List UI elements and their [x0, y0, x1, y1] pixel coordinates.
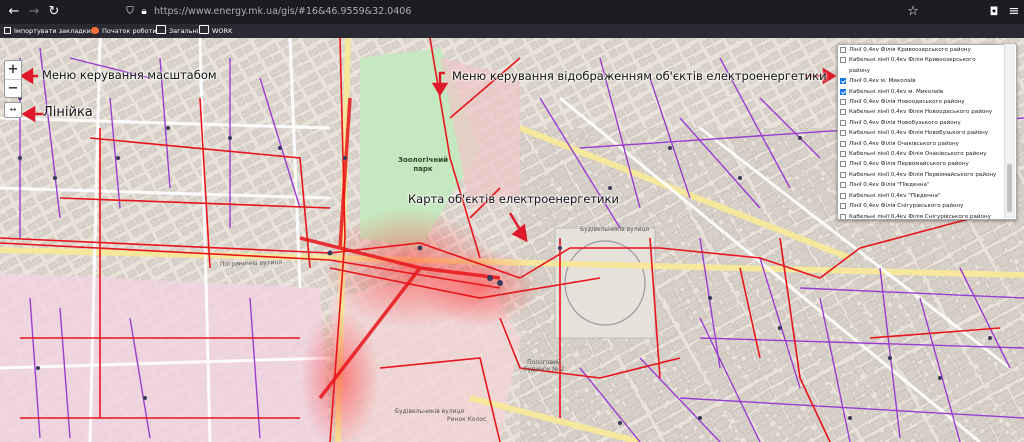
layer-checkbox[interactable] [840, 109, 846, 116]
layer-label: району [849, 67, 871, 74]
map-canvas[interactable]: Зоологічний парк Погранична вулиця Будів… [0, 38, 1024, 442]
layer-item[interactable]: Кабельні лінії 0,4кv м. Миколаїв [838, 87, 1016, 97]
layer-label: Кабельні лінії 0,4кv Філія Новоодеського… [849, 109, 993, 116]
pocket-icon[interactable]: ◘ [986, 4, 1002, 20]
layer-label: Кабельні лінії 0,4кv "Південна" [849, 192, 941, 199]
layer-checkbox[interactable] [840, 130, 846, 137]
layer-label: Кабельні лінії 0,4кv Філія Снігурівськог… [849, 213, 991, 220]
back-icon[interactable]: ← [6, 4, 22, 20]
forward-icon[interactable]: → [26, 4, 42, 20]
scroll-thumb[interactable] [1007, 164, 1012, 212]
menu-icon[interactable]: ≡ [1006, 4, 1022, 20]
bookmarks-bar: Імпортувати закладки... Початок роботи З… [0, 24, 1024, 38]
street-label: Будівельників вулиця [395, 408, 465, 415]
layer-checkbox[interactable] [840, 171, 846, 178]
folder-icon [199, 25, 209, 34]
folder-icon [156, 25, 166, 34]
bookmark-getting-started[interactable]: Початок роботи [91, 25, 157, 37]
layer-label: Лінії 0,4кv Філія "Південна" [849, 182, 930, 189]
bookmark-import[interactable]: Імпортувати закладки... [4, 25, 97, 37]
zoo-label: Зоологічний парк [397, 156, 449, 173]
layer-label: Лінії 0,4кv Філія Новобузького району [849, 119, 961, 126]
zoom-out-button[interactable]: − [5, 79, 21, 98]
layer-checkbox[interactable] [840, 57, 846, 64]
layer-label: Лінії 0,4кv Філія Новоодеського району [849, 99, 965, 106]
layer-checkbox[interactable] [840, 213, 846, 219]
zoom-in-button[interactable]: + [5, 61, 21, 79]
layer-checkbox[interactable] [840, 119, 846, 126]
layer-item[interactable]: Лінії 0,4кv Філія Очаківського району [838, 139, 1016, 149]
layer-item[interactable]: Лінії 0,4кv Філія Кривоозерського району [838, 45, 1016, 55]
layer-checkbox[interactable] [840, 192, 846, 199]
layer-label: Кабельні лінії 0,4кv м. Миколаїв [849, 88, 944, 95]
ruler-annotation: Лінійка [43, 105, 93, 120]
layer-label: Лінії 0,4кv м. Миколаїв [849, 78, 916, 85]
layer-item[interactable]: Лінії 0,4кv Філія Снігурівського району [838, 201, 1016, 211]
url-path: /gis/#16&46.9559&32.0406 [277, 6, 412, 17]
layers-menu-annotation: Меню керування відображенням об'єктів ел… [452, 69, 827, 83]
bookmark-folder-work[interactable]: WORK [199, 25, 232, 37]
map-annotation: Карта об'єктів електроенергетики [408, 192, 619, 206]
layer-item[interactable]: Кабельні лінії 0,4кv Філія Очаківського … [838, 149, 1016, 159]
layer-item[interactable]: Лінії 0,4кv м. Миколаїв [838, 76, 1016, 86]
bookmark-folder-general[interactable]: Загальні [156, 25, 199, 37]
bookmark-label: Початок роботи [102, 27, 157, 35]
zoom-menu-annotation: Меню керування масштабом [42, 68, 217, 82]
bookmark-label: WORK [212, 27, 233, 35]
layer-checkbox[interactable] [840, 140, 846, 147]
lock-icon[interactable]: 🔒︎ [136, 4, 152, 20]
layer-item[interactable]: Кабельні лінії 0,4кv "Південна" [838, 191, 1016, 201]
layer-item[interactable]: Лінії 0,4кv Філія Новобузького району [838, 118, 1016, 128]
firefox-icon [91, 27, 99, 34]
import-icon [4, 27, 11, 34]
browser-toolbar: ← → ↻ ⛉ 🔒︎ https://www.energy.mk.ua/gis/… [0, 0, 1024, 24]
layer-checkbox[interactable] [840, 182, 846, 189]
layer-label: Лінії 0,4кv Філія Снігурівського району [849, 203, 964, 210]
layer-checkbox[interactable] [840, 203, 846, 210]
reload-icon[interactable]: ↻ [46, 4, 62, 20]
layer-list: Лінії 0,4кv Філія Кривоозерського району… [838, 45, 1016, 220]
layer-label: Кабельні лінії 0,4кv Філія Кривоозерсько… [849, 57, 976, 64]
bookmark-label: Загальні [169, 27, 199, 35]
layer-item[interactable]: Лінії 0,4кv Філія Первомайського району [838, 159, 1016, 169]
layer-item[interactable]: Лінії 0,4кv Філія Новоодеського району [838, 97, 1016, 107]
url-text[interactable]: https://www.energy.mk.ua/gis/#16&46.9559… [154, 3, 411, 21]
layer-label: Лінії 0,4кv Філія Кривоозерського району [849, 47, 971, 53]
layer-label: Кабельні лінії 0,4кv Філія Очаківського … [849, 151, 987, 158]
layer-label: Кабельні лінії 0,4кv Філія Первомайськог… [849, 171, 997, 178]
hospital-label: Пологовий будинок № 2 [523, 359, 565, 373]
layer-item[interactable]: Лінії 0,4кv Філія "Південна" [838, 180, 1016, 190]
street-label: Будівельників вулиця [580, 226, 650, 233]
layer-panel: Лінії 0,4кv Філія Кривоозерського району… [837, 44, 1017, 220]
layer-item[interactable]: району [838, 66, 1016, 76]
layer-scrollbar[interactable] [1004, 44, 1015, 218]
layer-item[interactable]: Кабельні лінії 0,4кv Філія Первомайськог… [838, 170, 1016, 180]
layer-item[interactable]: Кабельні лінії 0,4кv Філія Новоодеського… [838, 107, 1016, 117]
ruler-button[interactable]: ↔ [4, 102, 22, 118]
layer-checkbox[interactable] [840, 161, 846, 168]
layer-checkbox[interactable] [840, 151, 846, 158]
layer-label: Кабельні лінії 0,4кv Філія Новобузького … [849, 130, 989, 137]
url-domain: https://www.energy.mk.ua [154, 6, 278, 17]
layer-item[interactable]: Кабельні лінії 0,4кv Філія Кривоозерсько… [838, 55, 1016, 65]
layer-checkbox[interactable] [840, 47, 846, 53]
market-label: Ринок Колос [447, 416, 487, 423]
zoom-control: + − [4, 60, 22, 98]
layer-checkbox[interactable] [840, 88, 846, 95]
layer-label: Лінії 0,4кv Філія Очаківського району [849, 140, 959, 147]
layer-label: Лінії 0,4кv Філія Первомайського району [849, 161, 969, 168]
layer-item[interactable]: Кабельні лінії 0,4кv Філія Новобузького … [838, 128, 1016, 138]
layer-item[interactable]: Кабельні лінії 0,4кv Філія Снігурівськог… [838, 212, 1016, 220]
bookmark-label: Імпортувати закладки... [14, 27, 98, 35]
layer-checkbox[interactable] [840, 99, 846, 106]
bookmark-star-icon[interactable]: ☆ [905, 4, 921, 20]
layer-checkbox[interactable] [840, 78, 846, 85]
